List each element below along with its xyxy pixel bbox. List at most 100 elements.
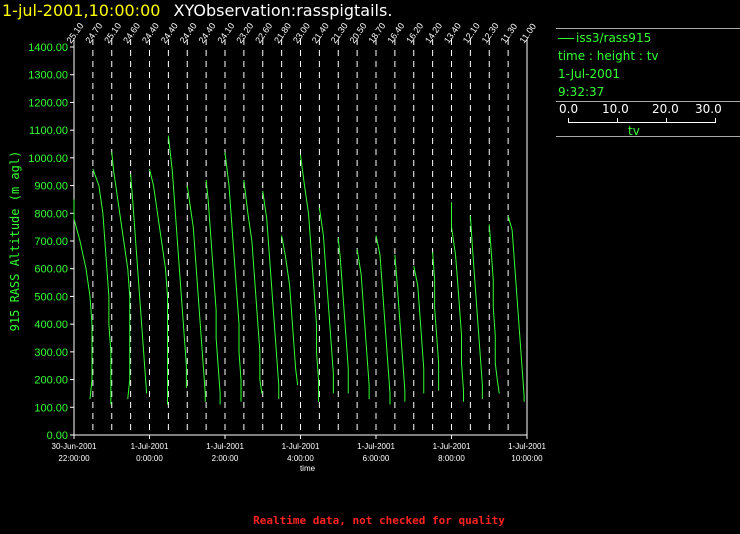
profile-trace — [111, 152, 131, 400]
legend-time: 9:32:37 — [558, 85, 605, 99]
profile-label: 24.40 — [140, 21, 161, 45]
colorbar-axis — [568, 122, 716, 123]
legend-series-label: iss3/rass915 — [576, 31, 652, 45]
profile-trace — [205, 179, 221, 405]
colorbar-tick-label: 0.0 — [559, 102, 579, 116]
y-tick-label: 1300.00 — [28, 70, 68, 82]
y-tick-label: 1400.00 — [28, 42, 68, 54]
profile-label: 24.40 — [159, 21, 180, 45]
x-tick-date-label: 1-Jul-2001 — [131, 442, 169, 451]
y-tick-label: 300.00 — [34, 347, 68, 359]
profile-trace — [413, 265, 425, 394]
x-tick-time-label: 4:00:00 — [287, 454, 314, 463]
profile-label: 23.00 — [291, 21, 312, 45]
profile-trace — [167, 135, 187, 388]
y-tick-label: 900.00 — [34, 181, 68, 193]
profile-label: 24.40 — [197, 21, 218, 45]
x-tick-time-label: 8:00:00 — [438, 454, 465, 463]
profile-trace — [337, 238, 349, 394]
profile-label: 21.30 — [329, 21, 350, 45]
y-tick-label: 600.00 — [34, 264, 68, 276]
profile-label: 21.80 — [272, 21, 293, 45]
legend-series: iss3/rass915 — [556, 29, 740, 47]
profile-label: 21.40 — [310, 21, 331, 45]
profile-label: 24.60 — [121, 21, 142, 45]
y-tick-label: 1000.00 — [28, 153, 68, 165]
x-tick-time-label: 10:00:00 — [511, 454, 543, 463]
legend-date: 1-Jul-2001 — [558, 67, 620, 81]
y-tick-label: 200.00 — [34, 375, 68, 387]
x-tick-time-label: 2:00:00 — [212, 454, 239, 463]
profile-trace — [130, 174, 148, 394]
colorbar-tick-label: 30.0 — [695, 102, 722, 116]
x-axis-label: time — [300, 464, 316, 473]
profile-label: 23.20 — [234, 21, 255, 45]
x-tick-date-label: 1-Jul-2001 — [206, 442, 244, 451]
profile-label: 16.20 — [404, 21, 425, 45]
y-axis-label: 915 RASS Altitude (m agl) — [8, 151, 22, 332]
legend-axes-desc: time : height : tv — [558, 49, 659, 63]
colorbar-tick — [715, 118, 716, 123]
y-tick-label: 1200.00 — [28, 97, 68, 109]
profile-label: 11.00 — [517, 22, 538, 46]
colorbar-tick — [617, 118, 618, 123]
x-tick-date-label: 1-Jul-2001 — [282, 442, 320, 451]
profile-trace — [356, 249, 370, 399]
profile-label: 24.10 — [215, 21, 236, 45]
profile-trace — [224, 152, 242, 402]
profile-label: 20.50 — [348, 21, 369, 45]
profile-label: 12.10 — [461, 21, 482, 45]
x-tick-time-label: 6:00:00 — [363, 454, 390, 463]
legend-line-swatch — [558, 38, 574, 39]
profile-trace — [149, 168, 168, 405]
profile-label: 11.30 — [499, 22, 520, 46]
y-tick-label: 0.00 — [47, 430, 68, 442]
quality-notice: Realtime data, not checked for quality — [253, 514, 505, 527]
profile-trace — [300, 155, 319, 402]
colorbar-label: tv — [628, 124, 640, 138]
profile-trace — [451, 202, 464, 402]
x-tick-date-label: 30-Jun-2001 — [52, 442, 97, 451]
profile-label: 25.10 — [64, 21, 85, 45]
profile-trace — [243, 179, 263, 394]
profile-trace — [281, 235, 299, 386]
legend-panel: iss3/rass915 time : height : tv 1-Jul-20… — [556, 28, 740, 138]
profile-label: 22.60 — [253, 21, 274, 45]
profile-trace — [262, 191, 280, 399]
profile-trace — [432, 252, 440, 391]
x-tick-date-label: 1-Jul-2001 — [433, 442, 471, 451]
y-tick-label: 700.00 — [34, 236, 68, 248]
colorbar-tick — [568, 118, 569, 123]
profile-label: 14.20 — [423, 21, 444, 45]
profile-trace — [394, 254, 406, 402]
profile-trace — [186, 185, 206, 402]
y-tick-label: 400.00 — [34, 319, 68, 331]
y-tick-label: 100.00 — [34, 402, 68, 414]
x-tick-time-label: 22:00:00 — [58, 454, 90, 463]
profile-label: 13.40 — [442, 21, 463, 45]
profile-label: 25.10 — [102, 21, 123, 45]
y-tick-label: 800.00 — [34, 208, 68, 220]
y-tick-label: 500.00 — [34, 291, 68, 303]
profile-trace — [318, 207, 334, 394]
x-tick-date-label: 1-Jul-2001 — [508, 442, 546, 451]
profile-trace — [73, 199, 93, 400]
colorbar-tick — [666, 118, 667, 123]
colorbar: 0.0 10.0 20.0 30.0 tv — [556, 102, 740, 138]
profile-label: 24.40 — [178, 21, 199, 45]
profile-label: 18.70 — [366, 21, 387, 45]
x-tick-time-label: 0:00:00 — [136, 454, 163, 463]
profile-trace — [507, 215, 525, 402]
y-tick-label: 1100.00 — [29, 125, 68, 137]
profile-label: 24.70 — [83, 21, 104, 45]
profile-trace — [469, 216, 483, 399]
profile-trace — [488, 224, 500, 394]
legend-bottom-divider — [556, 136, 740, 137]
x-tick-date-label: 1-Jul-2001 — [357, 442, 395, 451]
colorbar-tick-label: 20.0 — [652, 102, 679, 116]
profile-trace — [92, 168, 112, 405]
profile-label: 16.40 — [385, 21, 406, 45]
profile-label: 12.30 — [480, 21, 501, 45]
profile-trace — [375, 235, 391, 405]
colorbar-tick-label: 10.0 — [602, 102, 629, 116]
